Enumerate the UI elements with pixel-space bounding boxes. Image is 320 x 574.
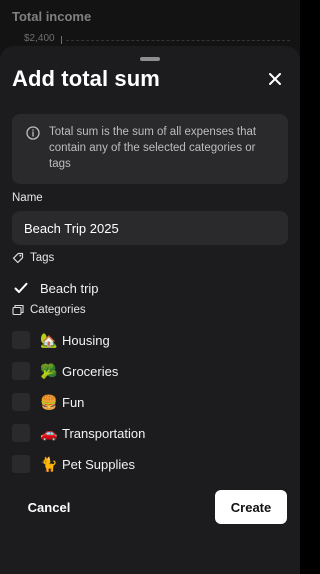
- background-axis-tick: [61, 36, 62, 44]
- category-label: Transportation: [62, 425, 146, 441]
- category-checkbox[interactable]: [12, 331, 30, 349]
- tag-icon: [12, 252, 24, 264]
- category-row-transportation[interactable]: 🚗 Transportation: [12, 423, 145, 443]
- tags-section-header: Tags: [12, 252, 54, 264]
- background-axis-label: $2,400: [24, 33, 55, 44]
- category-checkbox[interactable]: [12, 424, 30, 442]
- housing-emoji-icon: 🏡: [40, 331, 58, 348]
- category-row-housing[interactable]: 🏡 Housing: [12, 330, 110, 350]
- category-checkbox[interactable]: [12, 455, 30, 473]
- background-title: Total income: [12, 9, 92, 24]
- pet-supplies-emoji-icon: 🐈: [40, 455, 58, 472]
- info-text: Total sum is the sum of all expenses tha…: [49, 126, 257, 170]
- category-label: Housing: [62, 332, 110, 348]
- categories-section-header: Categories: [12, 304, 86, 316]
- name-input[interactable]: [12, 211, 288, 245]
- category-label: Groceries: [62, 363, 119, 379]
- screen: Total income $2,400 Add total sum Total …: [0, 0, 300, 574]
- sheet-title: Add total sum: [12, 66, 160, 91]
- info-box: Total sum is the sum of all expenses tha…: [12, 114, 288, 184]
- add-total-sum-sheet: Add total sum Total sum is the sum of al…: [0, 46, 300, 574]
- close-button[interactable]: [264, 68, 286, 90]
- categories-label: Categories: [30, 304, 86, 316]
- category-row-pet-supplies[interactable]: 🐈 Pet Supplies: [12, 454, 135, 474]
- category-checkbox[interactable]: [12, 393, 30, 411]
- fun-emoji-icon: 🍔: [40, 393, 58, 410]
- checkmark-icon: [14, 282, 28, 293]
- groceries-emoji-icon: 🥦: [40, 362, 58, 379]
- sheet-footer: Cancel Create: [0, 490, 300, 574]
- cancel-button[interactable]: Cancel: [12, 490, 86, 524]
- transportation-emoji-icon: 🚗: [40, 424, 58, 441]
- create-button[interactable]: Create: [215, 490, 287, 524]
- tags-label: Tags: [30, 252, 55, 264]
- close-icon: [269, 73, 281, 85]
- info-circle-icon: [26, 126, 40, 140]
- categories-icon: [12, 304, 24, 316]
- sheet-grabber[interactable]: [140, 57, 160, 61]
- category-row-fun[interactable]: 🍔 Fun: [12, 392, 84, 412]
- category-checkbox[interactable]: [12, 362, 30, 380]
- background-gridline: [66, 40, 290, 41]
- name-label: Name: [12, 192, 43, 204]
- tag-row-beach-trip[interactable]: Beach trip: [12, 278, 99, 298]
- tag-label: Beach trip: [40, 280, 99, 296]
- tag-checkbox[interactable]: [12, 279, 30, 297]
- category-row-groceries[interactable]: 🥦 Groceries: [12, 361, 118, 381]
- category-label: Fun: [62, 394, 85, 410]
- category-label: Pet Supplies: [62, 456, 135, 472]
